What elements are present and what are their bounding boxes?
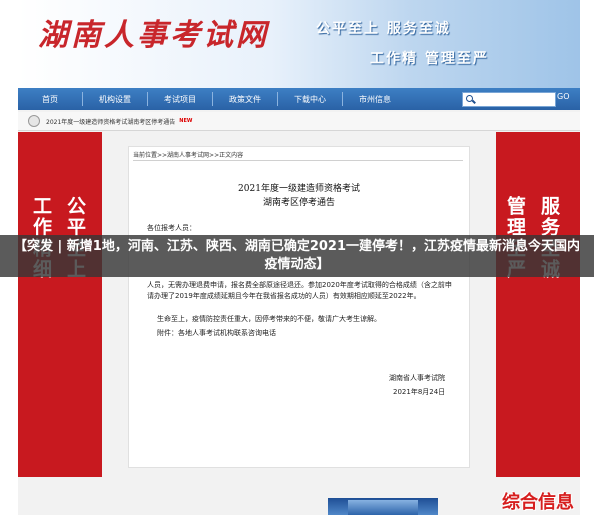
site-header: 湖南人事考试网 公平至上 服务至诚 工作精 管理至严 <box>18 0 580 88</box>
nav-item-home[interactable]: 首页 <box>18 94 82 105</box>
new-badge: NEW <box>179 118 193 124</box>
signature-date: 2021年8月24日 <box>393 388 446 396</box>
speaker-icon <box>28 115 40 127</box>
salutation: 各位报考人员： <box>147 224 196 232</box>
header-slogan-2: 工作精 管理至严 <box>370 51 489 67</box>
search-input[interactable] <box>462 92 556 107</box>
divider <box>133 160 463 161</box>
nav-item-policies[interactable]: 政策文件 <box>213 94 277 105</box>
article-paragraph-1: 人员，无需办理退费申请，报名费全部原途径退还。参加2020年度考试取得的合格成绩… <box>147 281 452 300</box>
footer <box>18 495 580 515</box>
nav-item-organization[interactable]: 机构设置 <box>83 94 147 105</box>
left-slogan-banner: 公平至上 工作精细 <box>18 132 102 477</box>
footer-emblem-icon <box>348 500 418 515</box>
news-ticker: 2021年度一级建造师资格考试湖南考区停考通告 NEW <box>18 112 580 131</box>
signature-org: 湖南省人事考试院 <box>389 374 445 382</box>
headline-overlay-banner: 【突发 | 新增1地，河南、江苏、陕西、湖南已确定2021一建停考！，江苏疫情最… <box>0 235 594 277</box>
nav-item-downloads[interactable]: 下载中心 <box>278 94 342 105</box>
attachment-link[interactable]: 附件：各地人事考试机构联系咨询电话 <box>157 328 457 339</box>
nav-item-city-info[interactable]: 市州信息 <box>343 94 407 105</box>
search-icon <box>466 95 476 104</box>
nav-item-exams[interactable]: 考试项目 <box>148 94 212 105</box>
breadcrumb: 当前位置>>湖南人事考试网>>正文内容 <box>133 152 244 159</box>
search-go-button[interactable]: GO <box>557 92 570 101</box>
right-slogan-banner <box>496 132 580 477</box>
site-logo[interactable]: 湖南人事考试网 <box>38 10 269 54</box>
article-content: 当前位置>>湖南人事考试网>>正文内容 2021年度一级建造师资格考试 湖南考区… <box>128 146 470 468</box>
header-slogan-1: 公平至上 服务至诚 <box>316 21 451 37</box>
article-paragraph-2: 生命至上，疫情防控责任重大，因停考带来的不便，敬请广大考生谅解。 <box>157 315 381 323</box>
headline-text: 【突发 | 新增1地，河南、江苏、陕西、湖南已确定2021一建停考！，江苏疫情最… <box>13 239 581 272</box>
article-title-line1: 2021年度一级建造师资格考试 <box>238 184 360 194</box>
ticker-link[interactable]: 2021年度一级建造师资格考试湖南考区停考通告 <box>46 117 175 126</box>
article-title-line2: 湖南考区停考通告 <box>262 198 335 208</box>
watermark-logo: 综合信息 <box>502 492 574 513</box>
